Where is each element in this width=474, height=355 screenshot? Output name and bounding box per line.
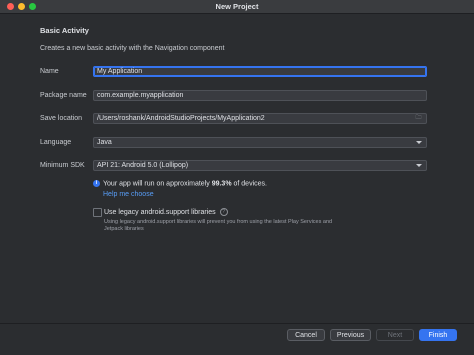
info-prefix: Your app will run on approximately xyxy=(103,180,212,188)
package-name-field[interactable]: com.example.myapplication xyxy=(93,90,427,101)
name-field[interactable]: My Application xyxy=(93,66,427,77)
next-button[interactable]: Next xyxy=(376,329,414,341)
save-location-value: /Users/roshank/AndroidStudioProjects/MyA… xyxy=(97,115,265,122)
page-heading: Basic Activity xyxy=(40,26,89,35)
name-label: Name xyxy=(40,68,59,75)
chevron-down-icon xyxy=(416,164,422,167)
save-location-label: Save location xyxy=(40,115,83,122)
dialog-footer: Cancel Previous Next Finish xyxy=(0,323,474,355)
name-value: My Application xyxy=(97,68,143,75)
chevron-down-icon xyxy=(416,141,422,144)
minimum-sdk-value: API 21: Android 5.0 (Lollipop) xyxy=(97,162,189,169)
help-icon[interactable]: ? xyxy=(219,208,228,216)
info-suffix: of devices. xyxy=(231,180,267,188)
package-name-value: com.example.myapplication xyxy=(97,92,184,99)
page-description: Creates a new basic activity with the Na… xyxy=(40,45,225,52)
legacy-support-checkbox[interactable] xyxy=(93,208,102,217)
folder-icon[interactable]: 🗀 xyxy=(414,115,423,122)
previous-button[interactable]: Previous xyxy=(330,329,371,341)
package-name-label: Package name xyxy=(40,92,87,99)
info-icon: i xyxy=(93,180,100,187)
help-me-choose-link[interactable]: Help me choose xyxy=(103,191,154,198)
new-project-dialog: New Project Basic Activity Creates a new… xyxy=(0,0,474,355)
minimum-sdk-label: Minimum SDK xyxy=(40,162,85,169)
legacy-support-option: Use legacy android.support libraries? xyxy=(104,208,228,216)
legacy-support-label[interactable]: Use legacy android.support libraries xyxy=(104,209,216,216)
language-select[interactable]: Java xyxy=(93,137,427,148)
save-location-field[interactable]: /Users/roshank/AndroidStudioProjects/MyA… xyxy=(93,113,427,124)
language-value: Java xyxy=(97,139,112,146)
cancel-button[interactable]: Cancel xyxy=(287,329,325,341)
language-label: Language xyxy=(40,139,72,146)
title-bar[interactable]: New Project xyxy=(0,0,474,14)
minimum-sdk-select[interactable]: API 21: Android 5.0 (Lollipop) xyxy=(93,160,427,171)
device-coverage-info: i Your app will run on approximately 99.3… xyxy=(93,180,267,187)
legacy-support-note: Using legacy android.support libraries w… xyxy=(104,219,333,232)
window-title: New Project xyxy=(215,2,259,11)
info-percent: 99.3% xyxy=(211,180,232,188)
finish-button[interactable]: Finish xyxy=(419,329,457,341)
